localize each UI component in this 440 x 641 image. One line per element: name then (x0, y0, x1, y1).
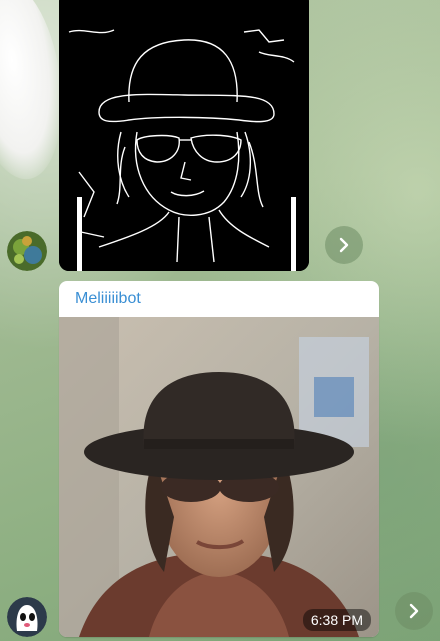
chevron-right-icon (339, 237, 349, 253)
message-image-sketch[interactable] (59, 0, 309, 271)
message-bubble[interactable]: Meliiiiibot 6:38 PM (59, 281, 379, 637)
photo-image (59, 317, 379, 637)
bot-avatar[interactable] (7, 597, 47, 637)
message-photo[interactable]: 6:38 PM (59, 317, 379, 637)
message-timestamp: 6:38 PM (302, 609, 371, 631)
chevron-right-icon (409, 603, 419, 619)
share-button[interactable] (325, 226, 363, 264)
sender-name[interactable]: Meliiiiibot (75, 290, 141, 308)
user-avatar[interactable] (7, 231, 47, 271)
share-button[interactable] (395, 592, 433, 630)
sketch-image (59, 0, 309, 271)
